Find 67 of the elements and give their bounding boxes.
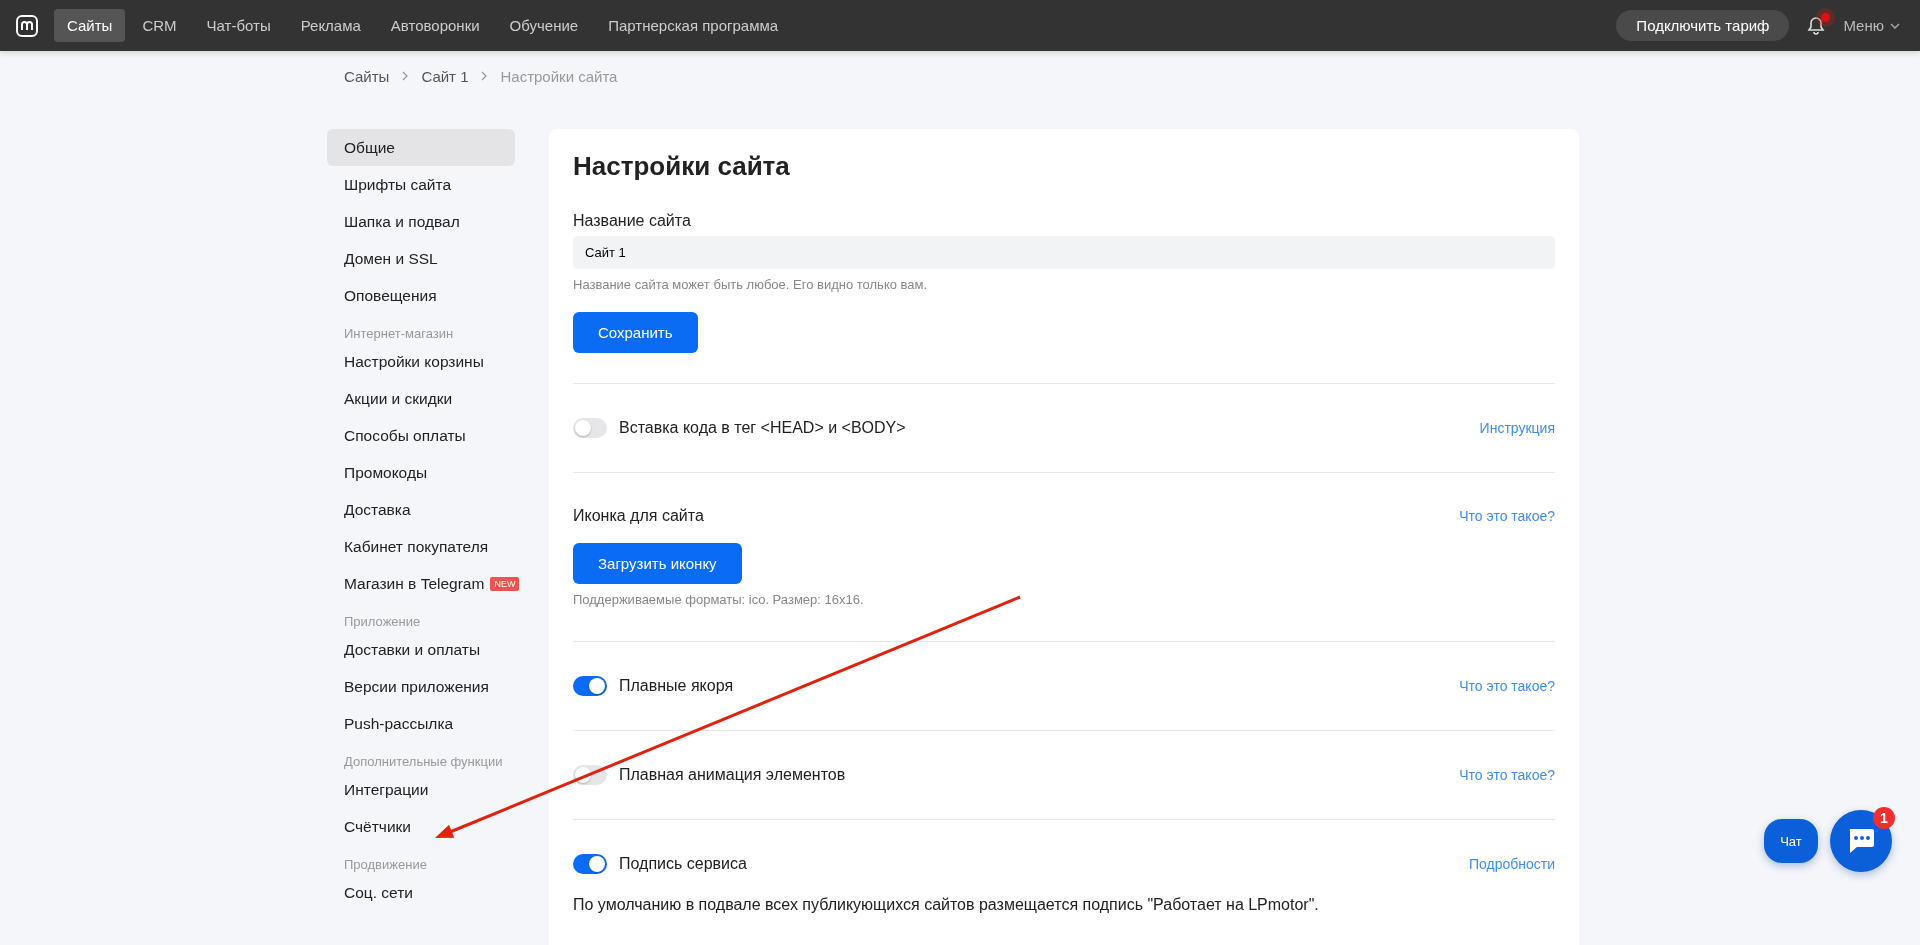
site-name-field[interactable]: Сайт 1	[573, 236, 1555, 269]
sidebar-section-title: Приложение	[343, 613, 422, 631]
sidebar-item[interactable]: Акции и скидки	[327, 380, 523, 417]
sidebar-item[interactable]: Промокоды	[327, 454, 523, 491]
setting-label: Вставка кода в тег <HEAD> и <BODY>	[619, 419, 907, 437]
sidebar-item[interactable]: Общие	[327, 129, 515, 166]
sidebar-item-label: Настройки корзины	[344, 352, 484, 371]
sidebar-item[interactable]: Шрифты сайта	[327, 166, 523, 203]
field-hint: Название сайта может быть любое. Его видно только вам.	[573, 277, 929, 292]
sidebar-item[interactable]: Домен и SSL	[327, 240, 523, 277]
sidebar-item-label: Акции и скидки	[344, 389, 453, 408]
sidebar-item[interactable]: Соц. сети	[327, 874, 523, 911]
setting-label: Плавная анимация элементов	[619, 766, 847, 784]
nav-tab[interactable]: CRM	[129, 9, 190, 42]
chat-button[interactable]: Чат	[1764, 819, 1818, 863]
nav-tab[interactable]: Обучение	[496, 9, 592, 42]
sidebar-item-label: Доставки и оплаты	[344, 640, 481, 659]
sidebar-item-label: Push-рассылка	[344, 714, 454, 733]
nav-tab[interactable]: Чат-боты	[193, 9, 284, 42]
sidebar-item-label: Способы оплаты	[344, 426, 466, 445]
page-title: Настройки сайта	[573, 151, 791, 182]
sidebar-item[interactable]: Интеграции	[327, 771, 523, 808]
unread-count-badge: 1	[1873, 807, 1895, 829]
sidebar-item-label: Шрифты сайта	[344, 175, 452, 194]
field-label: Название сайта	[573, 212, 692, 230]
sidebar-item-label: Оповещения	[344, 286, 437, 305]
sidebar-item-label: Доставка	[344, 500, 411, 519]
nav-tab[interactable]: Сайты	[54, 9, 126, 42]
sidebar-item[interactable]: Шапка и подвал	[327, 203, 523, 240]
breadcrumb-link[interactable]: Сайты	[344, 67, 390, 85]
breadcrumb-link[interactable]: Сайт 1	[421, 67, 469, 85]
sidebar-item[interactable]: Счётчики	[327, 808, 523, 845]
sidebar-item[interactable]: Настройки корзины	[327, 343, 523, 380]
sidebar-item[interactable]: Версии приложения	[327, 668, 523, 705]
sidebar-item-label: Магазин в Telegram	[344, 574, 485, 593]
nav-tab[interactable]: Реклама	[287, 9, 374, 42]
save-button[interactable]: Сохранить	[573, 312, 698, 353]
sidebar-item[interactable]: Доставка	[327, 491, 523, 528]
nav-tab[interactable]: Автоворонки	[377, 9, 493, 42]
sidebar-item-label: Версии приложения	[344, 677, 489, 696]
connect-tariff-button[interactable]: Подключить тариф	[1616, 10, 1790, 41]
sidebar-item-label: Промокоды	[344, 463, 428, 482]
sidebar-section-title: Дополнительные функции	[343, 753, 504, 771]
sidebar-item-label: Интеграции	[344, 780, 429, 799]
sidebar-item-label: Шапка и подвал	[344, 212, 460, 231]
sidebar-item[interactable]: Оповещения	[327, 277, 523, 314]
sidebar-item[interactable]: Доставки и оплаты	[327, 631, 523, 668]
upload-icon-button[interactable]: Загрузить иконку	[573, 543, 742, 584]
sidebar-item-label: Счётчики	[344, 817, 411, 836]
sidebar-item[interactable]: Способы оплаты	[327, 417, 523, 454]
sidebar-item[interactable]: Магазин в Telegram NEW	[327, 565, 523, 602]
menu-dropdown[interactable]: Меню	[1837, 16, 1906, 35]
sidebar-item-label: Домен и SSL	[344, 249, 438, 268]
sidebar-section-title: Продвижение	[343, 856, 428, 874]
sidebar-item[interactable]: Push-рассылка	[327, 705, 523, 742]
setting-label: Подпись сервиса	[619, 855, 748, 873]
sidebar-section-title: Интернет-магазин	[343, 325, 455, 343]
nav-tab[interactable]: Партнерская программа	[595, 9, 792, 42]
new-badge: NEW	[490, 576, 520, 591]
setting-description: По умолчанию в подвале всех публикующихся сайтов размещается подпись "Работает на LPmotor".	[573, 896, 1320, 914]
setting-label: Плавные якоря	[619, 677, 735, 695]
sidebar-item-label: Соц. сети	[344, 883, 413, 902]
sidebar-item[interactable]: Кабинет покупателя	[327, 528, 523, 565]
sidebar-item-label: Общие	[344, 138, 395, 157]
sidebar-item-label: Кабинет покупателя	[344, 537, 489, 556]
setting-label: Иконка для сайта	[573, 507, 705, 525]
field-hint: Поддерживаемые форматы: ico. Размер: 16x16.	[573, 592, 865, 607]
